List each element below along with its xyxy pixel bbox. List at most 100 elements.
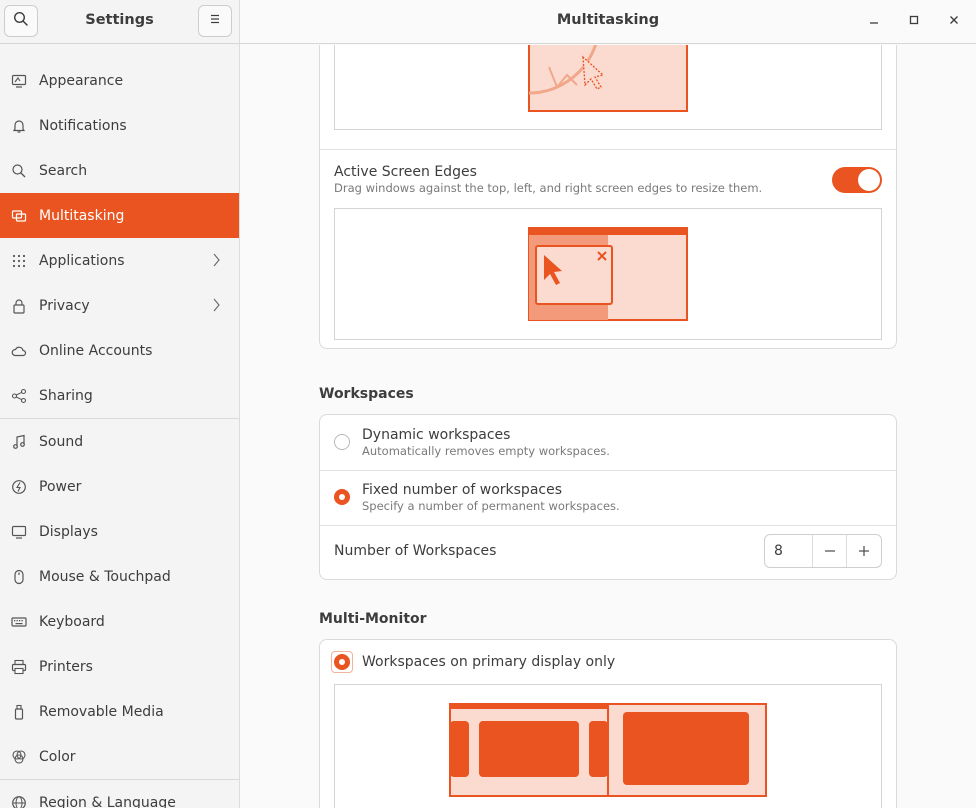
maximize-icon	[908, 14, 920, 30]
sidebar-item-color[interactable]: Color	[0, 734, 239, 779]
sidebar-item-displays[interactable]: Displays	[0, 509, 239, 554]
sidebar-item-label: Power	[39, 478, 82, 495]
sidebar-item-label: Privacy	[39, 297, 90, 314]
sidebar-item-search[interactable]: Search	[0, 148, 239, 193]
active-edges-graphic	[528, 227, 688, 321]
sidebar-item-label: Appearance	[39, 72, 124, 89]
maximize-button[interactable]	[904, 12, 924, 32]
sidebar-item-removable-media[interactable]: Removable Media	[0, 689, 239, 734]
color-icon	[11, 749, 27, 765]
workspace-count-spinbutton: 8	[764, 534, 882, 568]
minus-icon	[824, 541, 836, 562]
sidebar-item-sharing[interactable]: Sharing	[0, 373, 239, 418]
sidebar-item-label: Search	[39, 162, 88, 179]
fixed-workspaces-text: Fixed number of workspaces Specify a num…	[362, 482, 620, 513]
sidebar-item-printers[interactable]: Printers	[0, 644, 239, 689]
fixed-workspaces-title: Fixed number of workspaces	[362, 482, 563, 498]
multimonitor-section-title: Multi-Monitor	[319, 611, 427, 627]
sidebar-item-label: Online Accounts	[39, 342, 153, 359]
search-icon	[11, 163, 27, 179]
chevron-right-icon	[211, 252, 221, 272]
dynamic-workspaces-description: Automatically removes empty workspaces.	[362, 444, 610, 458]
minimize-icon	[868, 14, 880, 30]
fixed-workspaces-radio[interactable]	[334, 489, 350, 505]
sidebar-item-label: Sound	[39, 433, 84, 450]
sidebar-item-applications[interactable]: Applications	[0, 238, 239, 283]
display-icon	[11, 524, 27, 540]
sidebar-item-label: Displays	[39, 523, 98, 540]
sidebar-item-label: Multitasking	[39, 207, 125, 224]
multimonitor-graphic	[449, 703, 767, 797]
appearance-icon	[11, 73, 27, 89]
sidebar-item-online-accounts[interactable]: Online Accounts	[0, 328, 239, 373]
sidebar-list: Appearance Notifications Search Multitas…	[0, 58, 239, 808]
multimonitor-illustration	[334, 684, 882, 808]
sidebar-item-multitasking[interactable]: Multitasking	[0, 193, 239, 238]
apps-grid-icon	[11, 253, 27, 269]
chevron-right-icon	[211, 297, 221, 317]
sidebar-item-label: Printers	[39, 658, 93, 675]
workspaces-card: Dynamic workspaces Automatically removes…	[319, 414, 897, 580]
sidebar-item-label: Sharing	[39, 387, 93, 404]
close-button[interactable]	[944, 12, 964, 32]
sidebar-item-label: Removable Media	[39, 703, 164, 720]
active-edges-text: Active Screen Edges Drag windows against…	[334, 164, 762, 195]
main-menu-button[interactable]	[198, 5, 232, 37]
active-edges-switch[interactable]	[832, 167, 882, 193]
dynamic-workspaces-radio[interactable]	[334, 434, 350, 450]
globe-icon	[11, 795, 27, 808]
usb-icon	[11, 704, 27, 720]
sidebar-item-sound[interactable]: Sound	[0, 419, 239, 464]
active-edges-title: Active Screen Edges	[334, 164, 477, 180]
sidebar: Settings Appearance Notifications Search…	[0, 0, 240, 808]
card-divider	[320, 470, 896, 471]
sidebar-item-label: Applications	[39, 252, 125, 269]
plus-icon	[858, 541, 870, 562]
sidebar-item-label: Mouse & Touchpad	[39, 568, 171, 585]
multimonitor-card: Workspaces on primary display only	[319, 639, 897, 808]
keyboard-icon	[11, 614, 27, 630]
general-card: Active Screen Edges Drag windows against…	[319, 45, 897, 349]
dynamic-workspaces-title: Dynamic workspaces	[362, 427, 511, 443]
workspace-count-input[interactable]: 8	[765, 535, 813, 567]
sidebar-item-region-language[interactable]: Region & Language	[0, 780, 239, 808]
sidebar-item-label: Region & Language	[39, 794, 176, 808]
bell-icon	[11, 118, 27, 134]
hamburger-icon	[208, 12, 222, 30]
cloud-icon	[11, 343, 27, 359]
decrement-button[interactable]	[813, 535, 847, 567]
hot-corner-illustration	[334, 45, 882, 130]
primary-display-only-label: Workspaces on primary display only	[362, 654, 616, 670]
sidebar-item-mouse-touchpad[interactable]: Mouse & Touchpad	[0, 554, 239, 599]
mouse-icon	[11, 569, 27, 585]
minimize-button[interactable]	[864, 12, 884, 32]
primary-display-only-radio[interactable]	[334, 654, 350, 670]
active-edges-illustration	[334, 208, 882, 340]
content-area: Active Screen Edges Drag windows against…	[240, 45, 976, 808]
sidebar-header: Settings	[0, 0, 239, 44]
printer-icon	[11, 659, 27, 675]
increment-button[interactable]	[847, 535, 881, 567]
workspaces-section-title: Workspaces	[319, 386, 414, 402]
sidebar-item-appearance[interactable]: Appearance	[0, 58, 239, 103]
main-headerbar: Multitasking	[240, 0, 976, 44]
sidebar-item-privacy[interactable]: Privacy	[0, 283, 239, 328]
music-note-icon	[11, 434, 27, 450]
fixed-workspaces-description: Specify a number of permanent workspaces…	[362, 499, 620, 513]
close-icon	[948, 14, 960, 30]
power-icon	[11, 479, 27, 495]
sidebar-item-notifications[interactable]: Notifications	[0, 103, 239, 148]
card-divider	[320, 149, 896, 150]
sidebar-item-label: Color	[39, 748, 76, 765]
workspace-count-label: Number of Workspaces	[334, 543, 497, 559]
multitasking-icon	[11, 208, 27, 224]
hot-corner-graphic	[528, 45, 688, 112]
switch-knob	[858, 169, 880, 191]
sidebar-item-keyboard[interactable]: Keyboard	[0, 599, 239, 644]
share-icon	[11, 388, 27, 404]
active-edges-description: Drag windows against the top, left, and …	[334, 181, 763, 195]
lock-icon	[11, 298, 27, 314]
sidebar-item-label: Keyboard	[39, 613, 105, 630]
sidebar-item-power[interactable]: Power	[0, 464, 239, 509]
card-divider	[320, 525, 896, 526]
